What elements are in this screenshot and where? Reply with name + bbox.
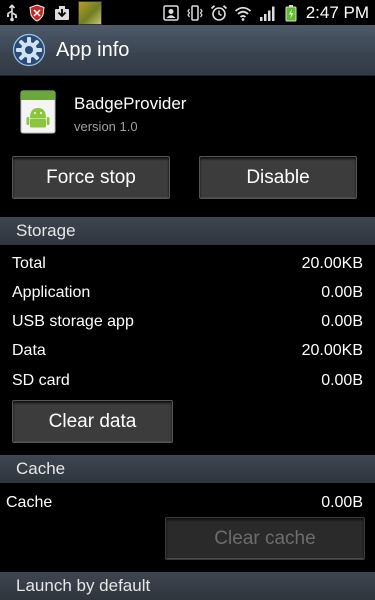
contacts-icon (162, 4, 180, 22)
storage-row-label: Total (12, 254, 46, 272)
storage-row-value: 20.00KB (301, 341, 363, 359)
signal-icon (258, 4, 276, 22)
storage-row-value: 20.00KB (301, 254, 363, 272)
force-stop-button[interactable]: Force stop (12, 156, 170, 199)
storage-row-value: 0.00B (321, 371, 363, 389)
clear-cache-button[interactable]: Clear cache (165, 517, 365, 560)
storage-row-value: 0.00B (321, 312, 363, 330)
gear-icon (12, 33, 46, 67)
cache-section-header: Cache (0, 455, 375, 483)
cache-row-label: Cache (6, 493, 53, 511)
battery-icon (282, 4, 300, 22)
app-header: BadgeProvider version 1.0 (20, 90, 186, 134)
page-title: App info (56, 38, 130, 61)
storage-row-total: Total 20.00KB (12, 249, 363, 278)
storage-row-label: SD card (12, 371, 70, 389)
title-bar: App info (0, 25, 375, 76)
storage-row-value: 0.00B (321, 283, 363, 301)
alarm-icon (210, 4, 228, 22)
status-clock: 2:47 PM (305, 2, 369, 22)
storage-row-label: Application (12, 283, 91, 301)
clear-data-button[interactable]: Clear data (12, 400, 173, 443)
shield-icon (28, 3, 46, 22)
storage-row-label: Data (12, 341, 46, 359)
storage-section-header: Storage (0, 217, 375, 245)
wifi-icon (234, 4, 252, 22)
usb-icon (3, 3, 21, 22)
app-name: BadgeProvider (74, 94, 187, 113)
launch-by-default-section-header: Launch by default (0, 572, 375, 600)
download-icon (53, 4, 71, 22)
vibrate-icon (186, 4, 204, 22)
cache-row-value: 0.00B (321, 493, 363, 511)
storage-row-label: USB storage app (12, 312, 134, 330)
photo-thumbnail-icon (78, 0, 102, 25)
storage-row-application: Application 0.00B (12, 278, 363, 307)
storage-row-data: Data 20.00KB (12, 336, 363, 365)
storage-row-usb-storage-app: USB storage app 0.00B (12, 307, 363, 336)
storage-row-sd-card: SD card 0.00B (12, 366, 363, 395)
status-bar: 2:47 PM (0, 0, 375, 25)
android-app-icon (20, 90, 56, 134)
cache-row: Cache 0.00B (6, 488, 363, 517)
disable-button[interactable]: Disable (199, 156, 357, 199)
app-version: version 1.0 (74, 119, 138, 134)
